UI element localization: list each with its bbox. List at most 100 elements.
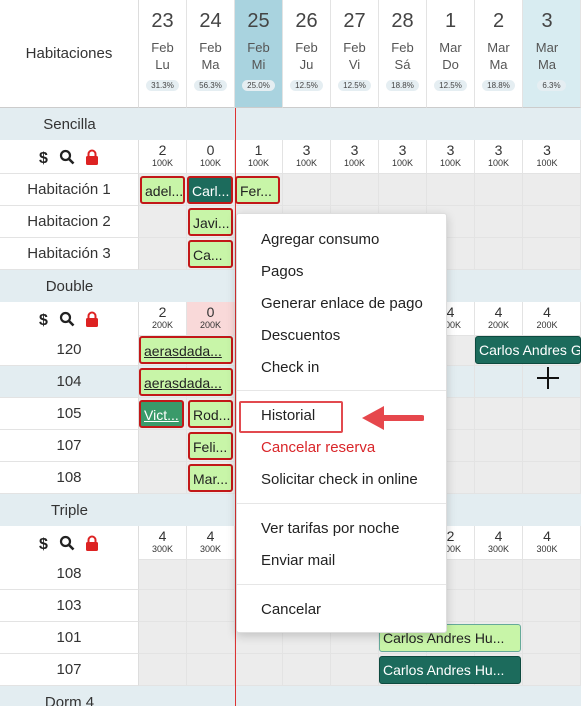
calendar-cell[interactable]	[139, 238, 187, 270]
menu-item-generar-enlace-pago[interactable]: Generar enlace de pago	[261, 294, 423, 314]
calendar-cell[interactable]	[523, 462, 581, 494]
booking-block[interactable]: aerasdada...	[139, 336, 233, 364]
calendar-cell[interactable]	[139, 590, 187, 622]
calendar-cell[interactable]	[475, 398, 523, 430]
calendar-cell[interactable]	[523, 558, 581, 590]
booking-block[interactable]: aerasdada...	[139, 368, 233, 396]
calendar-cell[interactable]	[283, 174, 331, 206]
day-column-header[interactable]: 26 Feb Ju 12.5%	[283, 0, 331, 108]
calendar-cell[interactable]	[523, 174, 581, 206]
calendar-cell[interactable]	[475, 174, 523, 206]
menu-item-cancelar[interactable]: Cancelar	[261, 600, 321, 620]
lock-icon[interactable]	[85, 149, 99, 165]
day-column-header[interactable]: 24 Feb Ma 56.3%	[187, 0, 235, 108]
calendar-cell[interactable]	[139, 430, 187, 462]
availability-cell[interactable]: 1 100K	[235, 140, 283, 174]
day-column-header[interactable]: 3 Mar Ma 6.3%	[523, 0, 581, 108]
availability-cell[interactable]: 3 100K	[523, 140, 581, 174]
availability-cell[interactable]: 3 100K	[331, 140, 379, 174]
booking-block[interactable]: Carl...	[187, 176, 233, 204]
booking-block[interactable]: Carlos Andres G	[475, 336, 581, 364]
availability-cell[interactable]: 4 300K	[139, 526, 187, 560]
availability-cell[interactable]: 4 300K	[187, 526, 235, 560]
room-label[interactable]: Habitacion 2	[0, 206, 139, 238]
search-icon[interactable]	[59, 149, 75, 165]
booking-block[interactable]: adel...	[140, 176, 185, 204]
booking-block[interactable]: Fer...	[235, 176, 280, 204]
calendar-cell[interactable]	[475, 462, 523, 494]
menu-item-ver-tarifas[interactable]: Ver tarifas por noche	[261, 519, 399, 539]
calendar-cell[interactable]	[427, 174, 475, 206]
booking-block[interactable]: Rod...	[188, 400, 233, 428]
menu-item-cancelar-reserva[interactable]: Cancelar reserva	[261, 438, 375, 458]
availability-cell[interactable]: 3 100K	[283, 140, 331, 174]
day-column-header[interactable]: 1 Mar Do 12.5%	[427, 0, 475, 108]
room-label[interactable]: 120	[0, 334, 139, 366]
availability-cell[interactable]: 4 200K	[475, 302, 523, 336]
calendar-cell[interactable]	[523, 654, 581, 686]
room-label[interactable]: Habitación 3	[0, 238, 139, 270]
booking-block[interactable]: Feli...	[188, 432, 233, 460]
calendar-cell[interactable]	[475, 430, 523, 462]
availability-cell[interactable]: 2 100K	[139, 140, 187, 174]
room-label[interactable]: 104	[0, 366, 139, 398]
room-label[interactable]: Habitación 1	[0, 174, 139, 206]
calendar-cell[interactable]	[187, 654, 235, 686]
room-label[interactable]: 107	[0, 654, 139, 686]
room-label[interactable]: 103	[0, 590, 139, 622]
calendar-cell[interactable]	[139, 558, 187, 590]
calendar-cell[interactable]	[331, 174, 379, 206]
dollar-icon[interactable]: $	[39, 535, 49, 551]
room-label[interactable]: 108	[0, 462, 139, 494]
calendar-cell[interactable]	[379, 174, 427, 206]
search-icon[interactable]	[59, 535, 75, 551]
calendar-cell[interactable]	[523, 398, 581, 430]
room-label[interactable]: 101	[0, 622, 139, 654]
room-label[interactable]: 105	[0, 398, 139, 430]
menu-item-enviar-mail[interactable]: Enviar mail	[261, 551, 335, 571]
menu-item-descuentos[interactable]: Descuentos	[261, 326, 340, 346]
dollar-icon[interactable]: $	[39, 149, 49, 165]
calendar-cell[interactable]	[283, 654, 331, 686]
search-icon[interactable]	[59, 311, 75, 327]
calendar-cell[interactable]	[187, 558, 235, 590]
calendar-cell[interactable]	[235, 654, 283, 686]
calendar-cell[interactable]	[187, 622, 235, 654]
day-column-header[interactable]: 23 Feb Lu 31.3%	[139, 0, 187, 108]
availability-cell[interactable]: 4 300K	[523, 526, 581, 560]
calendar-cell[interactable]	[187, 590, 235, 622]
availability-cell[interactable]: 0 200K	[187, 302, 235, 336]
calendar-cell[interactable]	[523, 430, 581, 462]
calendar-cell[interactable]	[523, 590, 581, 622]
booking-block[interactable]: Carlos Andres Hu...	[379, 656, 521, 684]
menu-item-check-in[interactable]: Check in	[261, 358, 319, 378]
booking-block[interactable]: Javi...	[188, 208, 233, 236]
booking-block[interactable]: Vict...	[139, 400, 184, 428]
calendar-cell[interactable]	[475, 558, 523, 590]
calendar-cell[interactable]	[331, 654, 379, 686]
menu-item-solicitar-check-in-online[interactable]: Solicitar check in online	[261, 470, 418, 490]
calendar-cell[interactable]	[139, 206, 187, 238]
day-column-header[interactable]: 28 Feb Sá 18.8%	[379, 0, 427, 108]
availability-cell[interactable]: 2 200K	[139, 302, 187, 336]
calendar-cell[interactable]	[139, 622, 187, 654]
calendar-cell[interactable]	[475, 206, 523, 238]
calendar-cell[interactable]	[523, 622, 581, 654]
calendar-cell[interactable]	[523, 206, 581, 238]
calendar-cell[interactable]	[139, 462, 187, 494]
day-column-header[interactable]: 27 Feb Vi 12.5%	[331, 0, 379, 108]
calendar-cell[interactable]	[475, 590, 523, 622]
availability-cell[interactable]: 0 100K	[187, 140, 235, 174]
room-label[interactable]: 108	[0, 558, 139, 590]
lock-icon[interactable]	[85, 535, 99, 551]
lock-icon[interactable]	[85, 311, 99, 327]
availability-cell[interactable]: 4 200K	[523, 302, 581, 336]
calendar-cell[interactable]	[139, 654, 187, 686]
calendar-cell[interactable]	[475, 238, 523, 270]
dollar-icon[interactable]: $	[39, 311, 49, 327]
day-column-header[interactable]: 2 Mar Ma 18.8%	[475, 0, 523, 108]
availability-cell[interactable]: 3 100K	[379, 140, 427, 174]
menu-item-agregar-consumo[interactable]: Agregar consumo	[261, 230, 379, 250]
availability-cell[interactable]: 3 100K	[427, 140, 475, 174]
booking-block[interactable]: Mar...	[188, 464, 233, 492]
